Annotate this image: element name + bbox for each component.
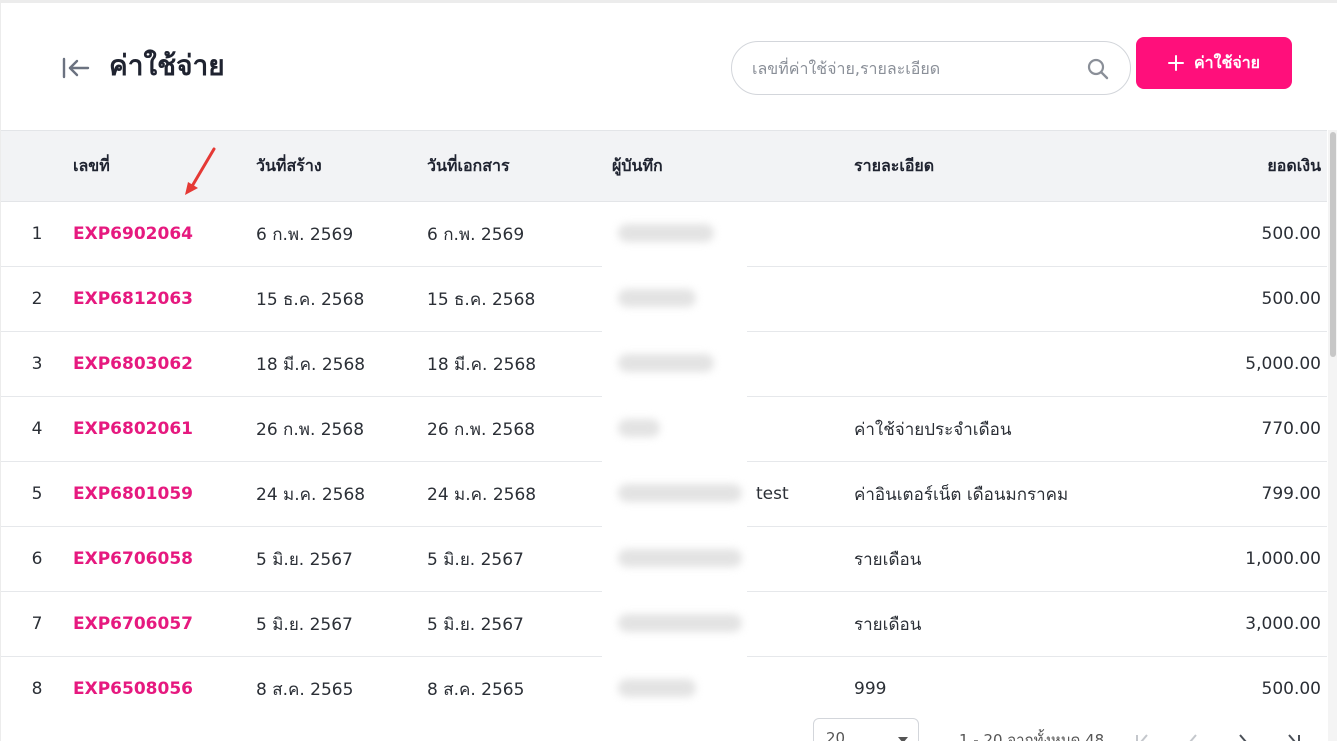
expense-number-link[interactable]: EXP6706057 — [73, 614, 193, 634]
header-index — [1, 131, 73, 202]
previous-page-icon[interactable] — [1183, 732, 1203, 741]
amount: 799.00 — [1261, 484, 1321, 504]
header-document-date[interactable]: วันที่เอกสาร — [427, 131, 612, 202]
pagination-range: 1 - 20 จากทั้งหมด 48 — [959, 731, 1105, 741]
created-date: 6 ก.พ. 2569 — [256, 224, 354, 245]
header-recorder[interactable]: ผู้บันทึก — [612, 131, 854, 202]
next-page-icon[interactable] — [1233, 732, 1253, 741]
document-date: 26 ก.พ. 2568 — [427, 419, 536, 440]
row-index: 8 — [31, 679, 43, 699]
row-index: 2 — [31, 289, 43, 309]
page-size-value: 20 — [826, 729, 846, 741]
page-size-select[interactable]: 20 — [813, 718, 919, 741]
recorder-redacted-column — [602, 202, 747, 710]
collapse-left-icon[interactable] — [59, 53, 93, 83]
created-date: 5 มิ.ย. 2567 — [256, 549, 353, 570]
amount: 500.00 — [1261, 224, 1321, 244]
amount: 500.00 — [1261, 289, 1321, 309]
expense-number-link[interactable]: EXP6812063 — [73, 289, 193, 309]
amount: 1,000.00 — [1245, 549, 1321, 569]
expenses-page: ค่าใช้จ่าย ค่าใช้จ่าย เลขที่ วันที่สร้าง… — [0, 0, 1337, 741]
document-date: 5 มิ.ย. 2567 — [427, 549, 524, 570]
redacted-recorder — [618, 289, 696, 307]
row-index: 4 — [31, 419, 43, 439]
redacted-recorder — [618, 419, 660, 437]
detail: ค่าอินเตอร์เน็ต เดือนมกราคม — [854, 484, 1069, 505]
redacted-recorder — [618, 354, 714, 372]
created-date: 8 ส.ค. 2565 — [256, 679, 354, 700]
add-expense-button[interactable]: ค่าใช้จ่าย — [1136, 37, 1292, 89]
expenses-table-wrapper: เลขที่ วันที่สร้าง วันที่เอกสาร ผู้บันทึ… — [1, 130, 1327, 710]
expense-number-link[interactable]: EXP6508056 — [73, 679, 193, 699]
row-index: 3 — [31, 354, 43, 374]
caret-down-icon — [898, 737, 908, 741]
document-date: 18 มี.ค. 2568 — [427, 354, 537, 375]
header-number[interactable]: เลขที่ — [73, 131, 256, 202]
document-date: 15 ธ.ค. 2568 — [427, 289, 536, 310]
header-created-date[interactable]: วันที่สร้าง — [256, 131, 427, 202]
row-index: 1 — [31, 224, 43, 244]
redacted-recorder — [618, 484, 742, 502]
plus-icon — [1167, 55, 1184, 71]
expense-number-link[interactable]: EXP6803062 — [73, 354, 193, 374]
document-date: 24 ม.ค. 2568 — [427, 484, 537, 505]
redacted-recorder — [618, 679, 696, 697]
created-date: 24 ม.ค. 2568 — [256, 484, 366, 505]
document-date: 5 มิ.ย. 2567 — [427, 614, 524, 635]
amount: 500.00 — [1261, 679, 1321, 699]
header-amount[interactable]: ยอดเงิน — [1154, 131, 1327, 202]
vertical-scrollbar[interactable] — [1328, 130, 1337, 741]
annotation-arrow-icon — [185, 147, 216, 195]
recorder: test — [756, 484, 789, 504]
search-box[interactable] — [731, 41, 1131, 95]
last-page-icon[interactable] — [1283, 732, 1303, 741]
expense-number-link[interactable]: EXP6706058 — [73, 549, 193, 569]
amount: 770.00 — [1261, 419, 1321, 439]
expense-number-link[interactable]: EXP6802061 — [73, 419, 193, 439]
redacted-recorder — [618, 614, 742, 632]
created-date: 18 มี.ค. 2568 — [256, 354, 366, 375]
document-date: 6 ก.พ. 2569 — [427, 224, 525, 245]
header-detail[interactable]: รายละเอียด — [854, 131, 1154, 202]
search-input[interactable] — [752, 42, 1072, 94]
redacted-recorder — [618, 224, 714, 242]
document-date: 8 ส.ค. 2565 — [427, 679, 525, 700]
detail: 999 — [854, 679, 887, 699]
scrollbar-thumb[interactable] — [1330, 132, 1336, 357]
first-page-icon[interactable] — [1133, 732, 1153, 741]
pagination-footer: 20 1 - 20 จากทั้งหมด 48 — [1, 710, 1327, 741]
row-index: 5 — [31, 484, 43, 504]
amount: 3,000.00 — [1245, 614, 1321, 634]
page-title: ค่าใช้จ่าย — [109, 49, 225, 82]
row-index: 6 — [31, 549, 43, 569]
detail: รายเดือน — [854, 549, 922, 570]
page-header: ค่าใช้จ่าย ค่าใช้จ่าย — [1, 3, 1337, 130]
created-date: 15 ธ.ค. 2568 — [256, 289, 365, 310]
expense-number-link[interactable]: EXP6801059 — [73, 484, 193, 504]
created-date: 5 มิ.ย. 2567 — [256, 614, 353, 635]
amount: 5,000.00 — [1245, 354, 1321, 374]
row-index: 7 — [31, 614, 43, 634]
redacted-recorder — [618, 549, 742, 567]
expense-number-link[interactable]: EXP6902064 — [73, 224, 193, 244]
detail: ค่าใช้จ่ายประจำเดือน — [854, 419, 1012, 440]
add-expense-label: ค่าใช้จ่าย — [1193, 52, 1261, 72]
search-icon[interactable] — [1086, 57, 1110, 81]
arrow-left-bar-icon — [62, 57, 90, 79]
created-date: 26 ก.พ. 2568 — [256, 419, 365, 440]
detail: รายเดือน — [854, 614, 922, 635]
